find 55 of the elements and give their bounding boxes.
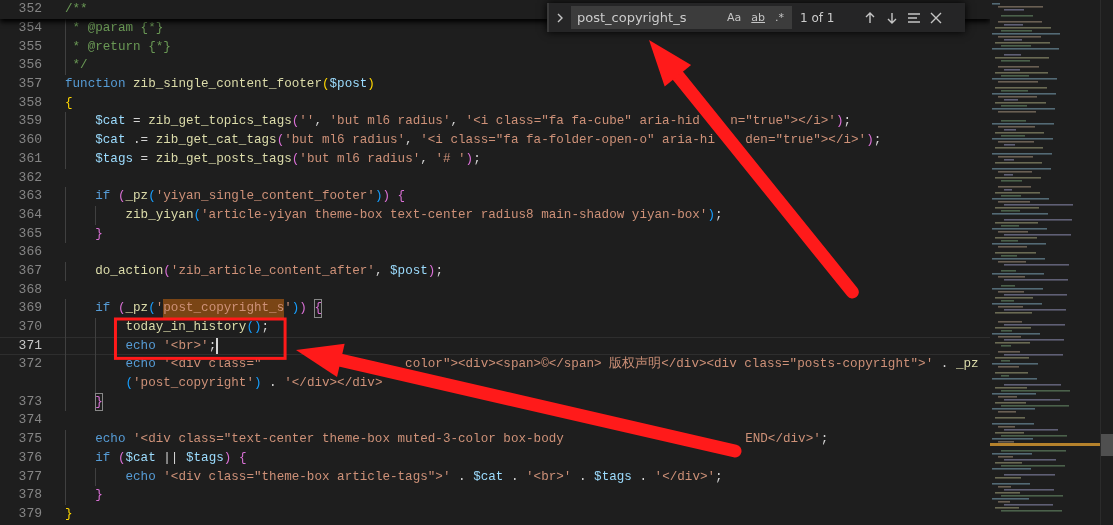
code-line: * @return {*} xyxy=(65,37,171,57)
line-number: 378 xyxy=(17,486,42,505)
code-line: if (_pz('yiyan_single_content_footer')) { xyxy=(65,187,406,206)
code-line: { xyxy=(65,94,73,112)
line-number: 376 xyxy=(17,448,42,467)
code-line: } xyxy=(65,392,103,412)
line-number: 366 xyxy=(17,243,42,262)
line-number: 359 xyxy=(17,112,42,131)
line-number: 358 xyxy=(17,93,42,112)
code-line: zib_yiyan('article-yiyan theme-box text-center radius8 main-shadow yiyan-box'); xyxy=(65,205,723,225)
code-line: function zib_single_content_footer($post) xyxy=(65,76,375,94)
scrollbar-thumb[interactable] xyxy=(1101,434,1113,456)
match-case-button[interactable]: Aa xyxy=(723,8,746,27)
line-number: 374 xyxy=(17,411,42,430)
code-line: $cat .= zib_get_cat_tags('but ml6 radius', '<i class="fa fa-folder-open-o" aria-hi den="true"></i>'); xyxy=(65,131,882,150)
line-number: 370 xyxy=(17,318,42,336)
line-number: 372 xyxy=(17,355,42,374)
line-number: 361 xyxy=(17,149,42,168)
line-number: 352 xyxy=(17,0,42,19)
code-line: if ($cat || $tags) { xyxy=(65,448,247,468)
line-number: 377 xyxy=(17,467,42,486)
code-line: $cat = zib_get_topics_tags('', 'but ml6 radius', '<i class="fa fa-cube" aria-hid n="true"></i>'); xyxy=(65,112,852,132)
match-count: 1 of 1 xyxy=(800,10,835,25)
code-line: do_action('zib_article_content_after', $post); xyxy=(65,261,443,281)
code-line: } xyxy=(65,486,103,505)
code-line: if (_pz('post_copyright_s')) { xyxy=(65,299,323,318)
line-number: 360 xyxy=(17,131,42,150)
line-number: 356 xyxy=(17,56,42,75)
code-line: /** xyxy=(65,1,88,19)
line-number: 354 xyxy=(17,19,42,37)
line-number: 363 xyxy=(17,187,42,206)
line-number: 375 xyxy=(17,430,42,449)
code-line: */ xyxy=(65,56,88,76)
line-number: 365 xyxy=(17,224,42,243)
line-number: 355 xyxy=(17,37,42,56)
code-line: * @param {*} xyxy=(65,19,164,38)
line-number: 362 xyxy=(17,168,42,187)
code-line: echo '<div class="theme-box article-tags">' . $cat . '<br>' . $tags . '</div>'; xyxy=(65,467,723,487)
line-number: 357 xyxy=(17,75,42,94)
whole-word-button[interactable]: ab xyxy=(747,8,769,27)
code-line: } xyxy=(65,224,103,244)
line-number: 373 xyxy=(17,392,42,411)
code-line: echo '<div class="text-center theme-box muted-3-color box-body END</div>'; xyxy=(65,430,829,449)
code-line: } xyxy=(65,505,73,523)
line-number: 368 xyxy=(17,280,42,299)
line-number: 367 xyxy=(17,261,42,280)
code-line: today_in_history(); xyxy=(65,318,270,337)
code-line: $tags = zib_get_posts_tags('but ml6 radius', '# '); xyxy=(65,149,481,169)
line-number: 379 xyxy=(17,504,42,523)
code-line: ('post_copyright') . '</div></div> xyxy=(65,374,383,393)
code-line: echo '<br>'; xyxy=(65,336,219,356)
line-number: 371 xyxy=(17,336,42,355)
line-number: 364 xyxy=(17,205,42,224)
line-number: 369 xyxy=(17,299,42,318)
regex-button[interactable]: .* xyxy=(771,8,788,27)
